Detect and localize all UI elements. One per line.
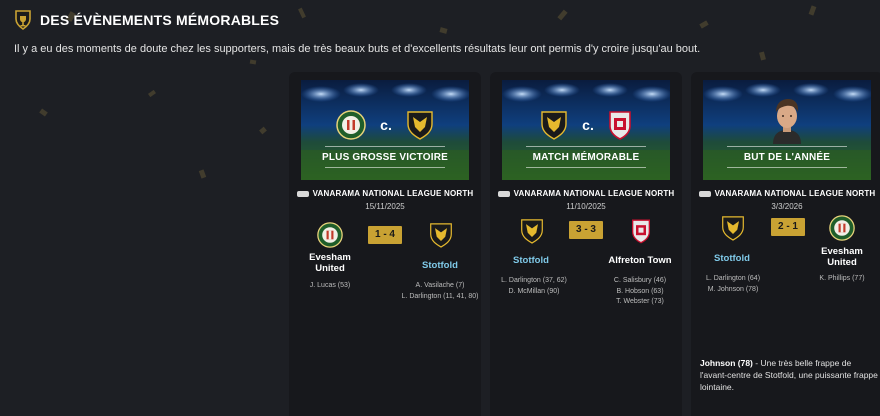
banner-divider: [727, 167, 847, 168]
scorer-entry: D. McMillan (90): [508, 287, 560, 295]
match-score: 1 - 4: [368, 226, 402, 244]
home-team-name[interactable]: Stotfold: [699, 253, 765, 264]
banner-divider: [325, 167, 445, 168]
event-banner: c. PLUS GROSSE VICTOIRE: [301, 80, 469, 180]
match-date: 3/3/2026: [771, 202, 803, 211]
stotfold-crest-icon: [722, 216, 744, 241]
away-scorers: C. Salisbury (46) B. Hobson (63) T. Webs…: [602, 276, 678, 308]
banner-divider: [325, 146, 445, 147]
goal-description: Johnson (78) - Une très belle frappe de …: [700, 357, 878, 393]
memorable-event-card-biggest-win[interactable]: c. PLUS GROSSE VICTOIRE VANARAMA NATIONA…: [289, 72, 481, 416]
scorer-entry: A. Vasilache (7): [415, 282, 465, 289]
stotfold-crest-icon: [407, 111, 433, 140]
scorer-entry: L. Darlington (37, 62): [501, 277, 567, 284]
section-header: DES ÉVÈNEMENTS MÉMORABLES: [14, 10, 279, 30]
banner-divider: [526, 146, 646, 147]
confetti-decoration: [699, 20, 709, 29]
away-team-name[interactable]: Stotfold: [407, 260, 473, 271]
confetti-decoration: [298, 7, 306, 19]
player-portrait-icon: [773, 99, 801, 144]
scorer-entry: K. Phillips (77): [819, 275, 865, 282]
scorer-entry: L. Darlington (11, 41, 80): [401, 292, 479, 300]
league-name: VANARAMA NATIONAL LEAGUE NORTH: [513, 189, 675, 198]
home-scorers: L. Darlington (37, 62) D. McMillan (90): [494, 276, 574, 297]
versus-label: c.: [380, 117, 392, 133]
league-name: VANARAMA NATIONAL LEAGUE NORTH: [312, 189, 474, 198]
match-date: 15/11/2025: [365, 202, 405, 211]
trophy-crest-icon: [15, 10, 31, 30]
confetti-decoration: [147, 89, 157, 98]
scorer-entry: L. Darlington (64): [705, 275, 761, 282]
away-team-name[interactable]: Alfreton Town: [600, 255, 680, 266]
banner-divider: [526, 167, 646, 168]
confetti-decoration: [759, 51, 766, 61]
event-category-label: BUT DE L'ANNÉE: [743, 152, 831, 163]
scorer-entry: J. Lucas (53): [309, 282, 351, 289]
page-subtitle: Il y a eu des moments de doute chez les …: [14, 43, 701, 55]
evesham-crest-icon: [317, 222, 343, 248]
match-score: 2 - 1: [771, 218, 805, 236]
match-score: 3 - 3: [569, 221, 603, 239]
home-team-name[interactable]: Evesham United: [297, 252, 363, 274]
match-date: 11/10/2025: [566, 202, 606, 211]
home-scorers: J. Lucas (53): [293, 281, 367, 292]
goal-scorer-reference: Johnson (78): [700, 358, 753, 368]
evesham-crest-icon: [336, 110, 366, 140]
alfreton-crest-icon: [632, 219, 650, 244]
evesham-crest-icon: [829, 215, 855, 241]
scorer-entry: C. Salisbury (46): [613, 277, 667, 284]
confetti-decoration: [557, 9, 568, 21]
away-scorers: A. Vasilache (7) L. Darlington (11, 41, …: [401, 281, 479, 302]
league-logo-icon: [698, 190, 711, 197]
home-scorers: L. Darlington (64) M. Johnson (78): [695, 274, 771, 295]
league-logo-icon: [497, 190, 510, 197]
league-logo-icon: [296, 190, 309, 197]
away-scorers: K. Phillips (77): [807, 274, 877, 285]
alfreton-crest-icon: [609, 111, 631, 140]
away-team-name[interactable]: Evesham United: [809, 246, 875, 268]
confetti-decoration: [198, 169, 207, 179]
memorable-event-card-goal-of-year[interactable]: BUT DE L'ANNÉE VANARAMA NATIONAL LEAGUE …: [691, 72, 880, 416]
scorer-entry: T. Webster (73): [616, 298, 664, 305]
confetti-decoration: [808, 5, 817, 16]
league-name: VANARAMA NATIONAL LEAGUE NORTH: [714, 189, 876, 198]
event-category-label: PLUS GROSSE VICTOIRE: [321, 152, 449, 163]
home-team-name[interactable]: Stotfold: [498, 255, 564, 266]
event-category-label: MATCH MÉMORABLE: [532, 152, 640, 163]
scorer-entry: B. Hobson (63): [616, 287, 664, 295]
confetti-decoration: [249, 59, 257, 65]
banner-divider: [727, 146, 847, 147]
page-title: DES ÉVÈNEMENTS MÉMORABLES: [40, 12, 280, 28]
event-banner: BUT DE L'ANNÉE: [703, 80, 871, 180]
confetti-decoration: [39, 108, 48, 117]
stotfold-crest-icon: [430, 223, 452, 248]
stotfold-crest-icon: [521, 219, 543, 244]
event-banner: c. MATCH MÉMORABLE: [502, 80, 670, 180]
versus-label: c.: [582, 117, 594, 133]
confetti-decoration: [259, 126, 267, 135]
scorer-entry: M. Johnson (78): [707, 285, 759, 293]
memorable-event-card-memorable-match[interactable]: c. MATCH MÉMORABLE VANARAMA NATIONAL LEA…: [490, 72, 682, 416]
stotfold-crest-icon: [541, 111, 567, 140]
confetti-decoration: [439, 27, 448, 34]
